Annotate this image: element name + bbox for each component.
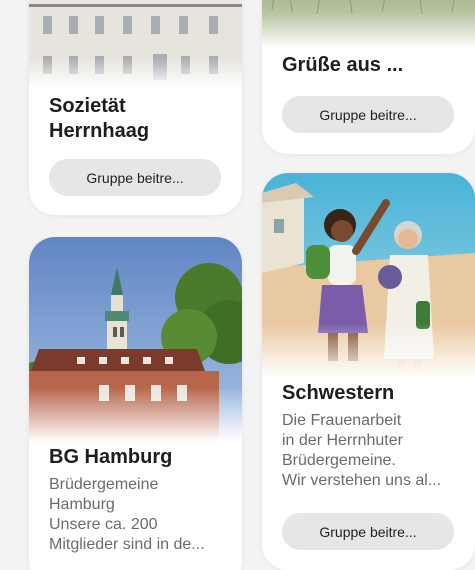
description-line: Unsere ca. 200 bbox=[49, 516, 158, 533]
church-tower-image bbox=[29, 237, 242, 442]
building-image bbox=[29, 0, 242, 88]
card-description: Brüdergemeine Hamburg Unsere ca. 200 Mit… bbox=[49, 475, 234, 555]
meadow-image bbox=[262, 0, 475, 48]
card-title: Grüße aus ... bbox=[282, 54, 404, 76]
description-line: Wir verstehen uns al... bbox=[282, 472, 442, 489]
join-group-button[interactable]: Gruppe beitre... bbox=[282, 96, 454, 133]
description-line: Hamburg bbox=[49, 496, 115, 513]
description-line: Mitglieder sind in de... bbox=[49, 536, 205, 553]
group-card-hamburg[interactable]: BG Hamburg Brüdergemeine Hamburg Unsere … bbox=[29, 237, 242, 570]
group-card-schwestern[interactable]: Schwestern Die Frauenarbeit in der Herrn… bbox=[262, 173, 475, 570]
join-group-button[interactable]: Gruppe beitre... bbox=[282, 513, 454, 550]
card-title: Sozietät Herrnhaag bbox=[49, 94, 234, 144]
sisters-illustration-image bbox=[262, 173, 475, 378]
card-description: Die Frauenarbeit in der Herrnhuter Brüde… bbox=[282, 411, 470, 491]
group-card-gruesse[interactable]: Grüße aus ... Gruppe beitre... bbox=[262, 0, 475, 154]
description-line: Die Frauenarbeit bbox=[282, 412, 402, 429]
group-card-societaet[interactable]: Sozietät Herrnhaag Gruppe beitre... bbox=[29, 0, 242, 215]
card-title: BG Hamburg bbox=[49, 446, 173, 468]
description-line: in der Herrnhuter bbox=[282, 432, 403, 449]
description-line: Brüdergemeine. bbox=[282, 452, 396, 469]
card-title-line: Sozietät bbox=[49, 95, 126, 117]
card-title-line: Herrnhaag bbox=[49, 120, 150, 142]
description-line: Brüdergemeine bbox=[49, 476, 159, 493]
join-group-button[interactable]: Gruppe beitre... bbox=[49, 159, 221, 196]
card-title: Schwestern bbox=[282, 382, 395, 404]
